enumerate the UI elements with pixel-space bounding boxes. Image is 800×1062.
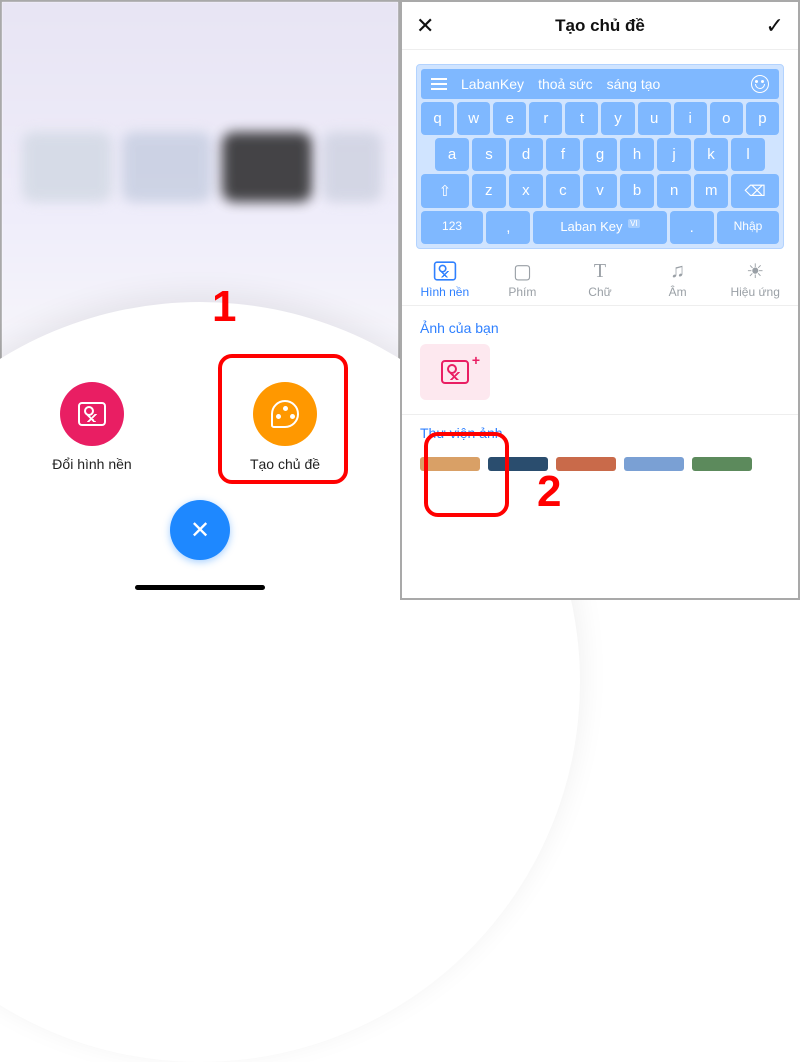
key-g[interactable]: g: [583, 138, 617, 171]
editor-tabbar: Hình nền ▢ Phím T Chữ ♫ Âm ☀ Hiệu ứng: [402, 249, 798, 306]
key-a[interactable]: a: [435, 138, 469, 171]
kbd-row-4: 123 , Laban Key VI . Nhập: [421, 211, 779, 244]
change-wallpaper-label: Đổi hình nền: [32, 456, 152, 472]
step-annotation-1: 1: [212, 282, 236, 332]
key-m[interactable]: m: [694, 174, 728, 208]
plus-icon: +: [472, 352, 480, 368]
key-shift[interactable]: ⇧: [421, 174, 469, 208]
key-f[interactable]: f: [546, 138, 580, 171]
text-icon: T: [561, 259, 639, 283]
bg-thumbnail: [22, 132, 112, 202]
brightness-icon: ☀: [716, 259, 794, 283]
home-indicator[interactable]: [135, 585, 265, 590]
library-thumb[interactable]: [692, 457, 752, 471]
close-icon[interactable]: ✕: [416, 13, 434, 39]
kbd-suggestion: thoả sức: [538, 76, 593, 92]
page-title: Tạo chủ đề: [555, 16, 645, 36]
hamburger-icon[interactable]: [431, 83, 447, 85]
kbd-suggestion: sáng tạo: [607, 76, 661, 92]
key-j[interactable]: j: [657, 138, 691, 171]
bg-thumbnail: [222, 132, 312, 202]
tab-text[interactable]: T Chữ: [561, 259, 639, 299]
editor-header: ✕ Tạo chủ đề ✓: [402, 2, 798, 50]
key-k[interactable]: k: [694, 138, 728, 171]
image-icon: [406, 259, 484, 283]
key-n[interactable]: n: [657, 174, 691, 208]
tab-background[interactable]: Hình nền: [406, 259, 484, 299]
tutorial-highlight-1: [218, 354, 348, 484]
image-icon: [60, 382, 124, 446]
key-i[interactable]: i: [674, 102, 707, 135]
step-annotation-2: 2: [537, 467, 561, 517]
kbd-brand: LabanKey: [461, 76, 524, 92]
close-icon: ✕: [190, 516, 210, 545]
change-wallpaper-button[interactable]: Đổi hình nền: [32, 382, 152, 472]
key-h[interactable]: h: [620, 138, 654, 171]
key-c[interactable]: c: [546, 174, 580, 208]
key-y[interactable]: y: [601, 102, 634, 135]
music-note-icon: ♫: [639, 259, 717, 283]
section-your-photos: Ảnh của bạn: [402, 306, 798, 344]
tutorial-highlight-2: [424, 432, 509, 517]
image-icon: [441, 360, 469, 384]
kbd-row-1: q w e r t y u i o p: [421, 102, 779, 135]
key-u[interactable]: u: [638, 102, 671, 135]
key-e[interactable]: e: [493, 102, 526, 135]
kbd-row-2: a s d f g h j k l: [421, 138, 779, 171]
key-p[interactable]: p: [746, 102, 779, 135]
lang-badge: VI: [628, 219, 640, 228]
key-numbers[interactable]: 123: [421, 211, 483, 244]
key-space[interactable]: Laban Key VI: [533, 211, 666, 244]
key-period[interactable]: .: [670, 211, 714, 244]
tab-effect[interactable]: ☀ Hiệu ứng: [716, 259, 794, 299]
key-backspace[interactable]: ⌫: [731, 174, 779, 208]
add-photo-button[interactable]: +: [420, 344, 490, 400]
key-t[interactable]: t: [565, 102, 598, 135]
key-s[interactable]: s: [472, 138, 506, 171]
key-comma[interactable]: ,: [486, 211, 530, 244]
emoji-icon[interactable]: [751, 75, 769, 93]
kbd-row-3: ⇧ z x c v b n m ⌫: [421, 174, 779, 208]
key-enter[interactable]: Nhập: [717, 211, 779, 244]
tutorial-step-1-screen: 1 Đổi hình nền Tạo chủ đề ✕: [0, 0, 400, 600]
tab-sound[interactable]: ♫ Âm: [639, 259, 717, 299]
key-b[interactable]: b: [620, 174, 654, 208]
square-icon: ▢: [484, 259, 562, 283]
tab-keys[interactable]: ▢ Phím: [484, 259, 562, 299]
bg-thumbnail: [122, 132, 212, 202]
key-d[interactable]: d: [509, 138, 543, 171]
key-r[interactable]: r: [529, 102, 562, 135]
key-l[interactable]: l: [731, 138, 765, 171]
bg-thumbnail: [322, 132, 382, 202]
library-thumb[interactable]: [624, 457, 684, 471]
keyboard-preview: LabanKey thoả sức sáng tạo q w e r t y u…: [416, 64, 784, 249]
confirm-icon[interactable]: ✓: [766, 13, 784, 39]
library-thumb[interactable]: [556, 457, 616, 471]
key-w[interactable]: w: [457, 102, 490, 135]
key-o[interactable]: o: [710, 102, 743, 135]
key-v[interactable]: v: [583, 174, 617, 208]
key-x[interactable]: x: [509, 174, 543, 208]
keyboard-suggestion-bar: LabanKey thoả sức sáng tạo: [421, 69, 779, 99]
close-button[interactable]: ✕: [170, 500, 230, 560]
tutorial-step-2-screen: ✕ Tạo chủ đề ✓ LabanKey thoả sức sáng tạ…: [400, 0, 800, 600]
key-q[interactable]: q: [421, 102, 454, 135]
key-z[interactable]: z: [472, 174, 506, 208]
